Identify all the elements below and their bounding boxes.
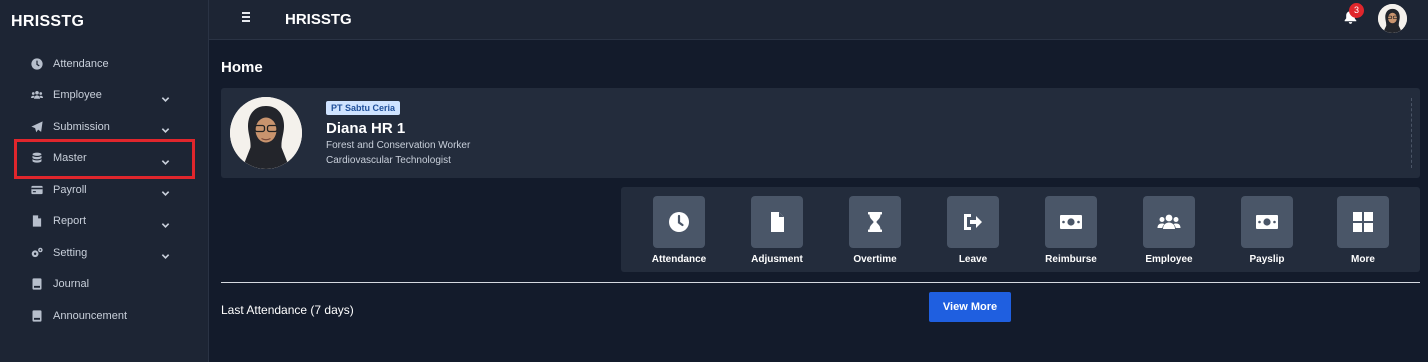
vertical-divider [1411,98,1412,168]
sidebar-nav: Attendance Employee Submission Master Pa… [0,48,209,332]
quick-action-reimburse[interactable]: Reimburse [1031,196,1111,265]
clock-icon [31,58,43,70]
profile-name: Diana HR 1 [326,120,406,137]
user-avatar[interactable] [1378,4,1407,33]
master-highlight-box [14,139,195,179]
chevron-down-icon [161,91,170,102]
last-attendance-heading: Last Attendance (7 days) [221,303,354,317]
money-bill-icon [1241,196,1293,248]
credit-card-icon [31,184,43,196]
section-divider [221,282,1420,283]
quick-action-payslip[interactable]: Payslip [1227,196,1307,265]
sidebar-item-label: Submission [53,120,110,133]
sidebar: HRISSTG Attendance Employee Submission M… [0,0,209,362]
sidebar-item-journal[interactable]: Journal [0,269,209,301]
sidebar-item-label: Journal [53,278,90,291]
company-badge: PT Sabtu Ceria [326,101,401,115]
sidebar-item-setting[interactable]: Setting [0,237,209,269]
hamburger-menu-icon[interactable] [242,12,254,24]
sidebar-item-label: Attendance [53,57,109,70]
page-title: Home [221,59,263,76]
chevron-down-icon [161,217,170,228]
clock-icon [653,196,705,248]
sidebar-item-label: Setting [53,246,88,259]
quick-action-label: Payslip [1249,254,1285,265]
profile-job: Cardiovascular Technologist [326,155,451,166]
sidebar-item-announcement[interactable]: Announcement [0,300,209,332]
file-icon [751,196,803,248]
users-icon [31,89,43,101]
topbar: HRISSTG 3 [209,0,1428,40]
quick-action-attendance[interactable]: Attendance [639,196,719,265]
grid-icon [1337,196,1389,248]
quick-action-overtime[interactable]: Overtime [835,196,915,265]
chevron-down-icon [161,248,170,259]
sidebar-item-label: Payroll [53,183,87,196]
users-icon [1143,196,1195,248]
profile-card: PT Sabtu Ceria Diana HR 1 Forest and Con… [221,88,1420,178]
chevron-down-icon [161,122,170,133]
quick-action-label: Attendance [651,254,707,265]
sidebar-item-report[interactable]: Report [0,206,209,238]
cogs-icon [31,247,43,259]
view-more-button[interactable]: View More [929,292,1011,322]
quick-action-label: Employee [1145,254,1193,265]
quick-actions-panel: Attendance Adjusment Overtime Leave Reim… [621,187,1420,272]
money-bill-icon [1045,196,1097,248]
quick-action-leave[interactable]: Leave [933,196,1013,265]
quick-action-label: Adjusment [751,254,803,265]
quick-action-label: Overtime [853,254,897,265]
quick-action-label: Leave [958,254,988,265]
book-icon [31,278,43,290]
app-title: HRISSTG [285,11,352,28]
profile-position: Forest and Conservation Worker [326,140,471,151]
sidebar-item-label: Employee [53,89,102,102]
paper-plane-icon [31,121,43,133]
file-icon [31,215,43,227]
sidebar-item-submission[interactable]: Submission [0,111,209,143]
sidebar-item-attendance[interactable]: Attendance [0,48,209,80]
brand-logo[interactable]: HRISSTG [11,13,84,31]
sidebar-item-label: Announcement [53,309,127,322]
quick-action-adjusment[interactable]: Adjusment [737,196,817,265]
profile-avatar [230,97,302,169]
quick-action-more[interactable]: More [1323,196,1403,265]
quick-action-employee[interactable]: Employee [1129,196,1209,265]
sidebar-item-employee[interactable]: Employee [0,80,209,112]
chevron-down-icon [161,185,170,196]
book-icon [31,310,43,322]
quick-action-label: More [1351,254,1375,265]
sidebar-item-label: Report [53,215,87,228]
sign-out-icon [947,196,999,248]
quick-action-label: Reimburse [1045,254,1097,265]
hourglass-icon [849,196,901,248]
notification-badge: 3 [1349,3,1364,18]
